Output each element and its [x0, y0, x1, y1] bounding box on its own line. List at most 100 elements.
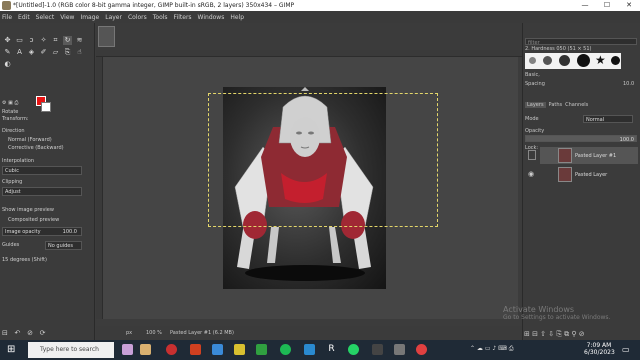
snap-15-degrees-checkbox[interactable]: 15 degrees (Shift)	[2, 257, 47, 263]
app-icon-7[interactable]	[256, 344, 267, 355]
app-icon-9[interactable]	[304, 344, 315, 355]
menu-bar: File Edit Select View Image Layer Colors…	[0, 11, 640, 23]
unit-select[interactable]: px	[126, 330, 132, 336]
mode-select[interactable]: Normal	[583, 115, 633, 123]
taskbar-search-box[interactable]: Type here to search	[28, 342, 114, 358]
bucket-fill-tool-icon[interactable]: ◈	[27, 48, 36, 57]
tab-layers[interactable]: Layers	[525, 102, 546, 108]
app-icon-12[interactable]	[372, 344, 383, 355]
whatsapp-icon[interactable]	[348, 344, 359, 355]
menu-edit[interactable]: Edit	[18, 14, 30, 21]
taskbar-date: 6/30/2023	[584, 349, 615, 356]
vertical-ruler	[96, 57, 103, 319]
lasso-tool-icon[interactable]: ↄ	[27, 36, 36, 45]
eraser-tool-icon[interactable]: ▱	[51, 48, 60, 57]
text-tool-icon[interactable]: A	[15, 48, 24, 57]
app-icon-5[interactable]	[212, 344, 223, 355]
windows-taskbar: ⊞ Type here to search R ⌃ ☁ ▭ ♪ ⌨ ⎙ 7:09…	[0, 340, 640, 360]
close-button[interactable]: ✕	[618, 0, 640, 11]
watermark-title: Activate Windows	[503, 305, 575, 314]
composited-preview-checkbox[interactable]: Composited preview	[8, 217, 59, 223]
rect-select-tool-icon[interactable]: ▭	[15, 36, 24, 45]
toolbox-panel: ✥ ▭ ↄ ✧ ⌗ ↻ ≋ ✎ A ◈ ✐ ▱ ⎘ ☝ ◐ ⚙ ▣ ⎙ Rota…	[0, 23, 95, 340]
layer-name[interactable]: Pasted Layer	[575, 172, 607, 178]
system-tray-icons[interactable]: ⌃ ☁ ▭ ♪ ⌨ ⎙	[470, 345, 514, 353]
layer-row[interactable]: Pasted Layer	[540, 166, 638, 183]
menu-help[interactable]: Help	[230, 14, 244, 21]
tab-channels[interactable]: Channels	[565, 102, 588, 108]
direction-normal-radio[interactable]: Normal (Forward)	[8, 137, 52, 143]
clipping-label: Clipping	[2, 179, 23, 185]
show-preview-checkbox[interactable]: Show image preview	[2, 207, 54, 213]
interpolation-select[interactable]: Cubic	[2, 166, 82, 175]
star-brush-icon: ★	[595, 53, 606, 67]
file-explorer-icon[interactable]	[234, 344, 245, 355]
brush-grid[interactable]: ★	[525, 53, 621, 69]
horizontal-ruler	[96, 50, 522, 57]
clipping-select[interactable]: Adjust	[2, 187, 82, 196]
paths-tool-icon[interactable]: ✎	[3, 48, 12, 57]
clone-tool-icon[interactable]: ⎘	[63, 48, 72, 57]
menu-windows[interactable]: Windows	[198, 14, 225, 21]
layer-boundary	[208, 93, 438, 227]
layers-panel-buttons[interactable]: ⊞ ⊟ ⇧ ⇩ ⎘ ⧉ ⚲ ⊘	[524, 330, 585, 339]
taskbar-search-placeholder: Type here to search	[40, 346, 99, 353]
eye-icon[interactable]: ◉	[528, 170, 534, 178]
watermark-subtitle: Go to Settings to activate Windows.	[503, 314, 611, 321]
interpolation-label: Interpolation	[2, 158, 34, 164]
paintbrush-tool-icon[interactable]: ✐	[39, 48, 48, 57]
app-icon-4[interactable]	[190, 344, 201, 355]
spacing-value[interactable]: 10.0	[623, 81, 634, 87]
image-opacity-field[interactable]: Image opacity 100.0	[2, 227, 82, 236]
layer-row[interactable]: Pasted Layer #1	[540, 147, 638, 164]
guides-select[interactable]: No guides	[45, 241, 82, 250]
image-tab-thumbnail[interactable]	[98, 26, 115, 47]
direction-corrective-radio[interactable]: Corrective (Backward)	[8, 145, 64, 151]
menu-tools[interactable]: Tools	[153, 14, 168, 21]
spacing-label: Spacing	[525, 81, 545, 87]
fuzzy-select-tool-icon[interactable]: ✧	[39, 36, 48, 45]
menu-layer[interactable]: Layer	[105, 14, 122, 21]
app-icon-r[interactable]: R	[326, 344, 337, 355]
opera-icon[interactable]	[166, 344, 177, 355]
tab-paths[interactable]: Paths	[549, 102, 563, 108]
gimp-app-icon	[2, 1, 11, 10]
background-color-swatch[interactable]	[41, 102, 51, 112]
zoom-select[interactable]: 100 %	[146, 330, 162, 336]
maximize-button[interactable]: ☐	[596, 0, 618, 11]
brush-name: 2. Hardness 050 (51 × 51)	[525, 46, 592, 52]
chrome-icon[interactable]	[416, 344, 427, 355]
brush-filter-input[interactable]: filter	[525, 38, 637, 46]
menu-select[interactable]: Select	[36, 14, 55, 21]
notification-icon[interactable]: ▭	[622, 345, 630, 354]
brush-preset[interactable]: Basic,	[525, 72, 540, 78]
guides-label: Guides	[2, 242, 20, 248]
menu-colors[interactable]: Colors	[128, 14, 147, 21]
dodge-tool-icon[interactable]: ◐	[3, 60, 12, 69]
minimize-button[interactable]: —	[574, 0, 596, 11]
move-tool-icon[interactable]: ✥	[3, 36, 12, 45]
app-icon-1[interactable]	[122, 344, 133, 355]
title-bar: *[Untitled]-1.0 (RGB color 8-bit gamma i…	[0, 0, 640, 11]
opacity-slider[interactable]: 100.0	[525, 135, 637, 143]
smudge-tool-icon[interactable]: ☝	[75, 48, 84, 57]
direction-label: Direction	[2, 128, 25, 134]
taskbar-clock[interactable]: 7:09 AM 6/30/2023	[584, 342, 615, 356]
layer-visibility-toggle[interactable]	[528, 150, 536, 160]
rotate-tool-icon[interactable]: ↻	[63, 36, 72, 45]
layer-name[interactable]: Pasted Layer #1	[575, 153, 616, 159]
crop-tool-icon[interactable]: ⌗	[51, 36, 60, 45]
gimp-taskbar-icon[interactable]	[394, 344, 405, 355]
menu-filters[interactable]: Filters	[174, 14, 192, 21]
app-icon-2[interactable]	[140, 344, 151, 355]
menu-view[interactable]: View	[60, 14, 74, 21]
warp-tool-icon[interactable]: ≋	[75, 36, 84, 45]
layer-info-text: Pasted Layer #1 (6.2 MB)	[170, 330, 234, 336]
opacity-label: Opacity	[525, 128, 545, 134]
windows-start-icon[interactable]: ⊞	[7, 344, 15, 355]
menu-file[interactable]: File	[2, 14, 12, 21]
toolbox-bottom-icons[interactable]: ⊟ ↶ ⊘ ⟳	[2, 329, 46, 337]
spotify-icon[interactable]	[280, 344, 291, 355]
mode-label: Mode	[525, 116, 539, 122]
menu-image[interactable]: Image	[80, 14, 99, 21]
